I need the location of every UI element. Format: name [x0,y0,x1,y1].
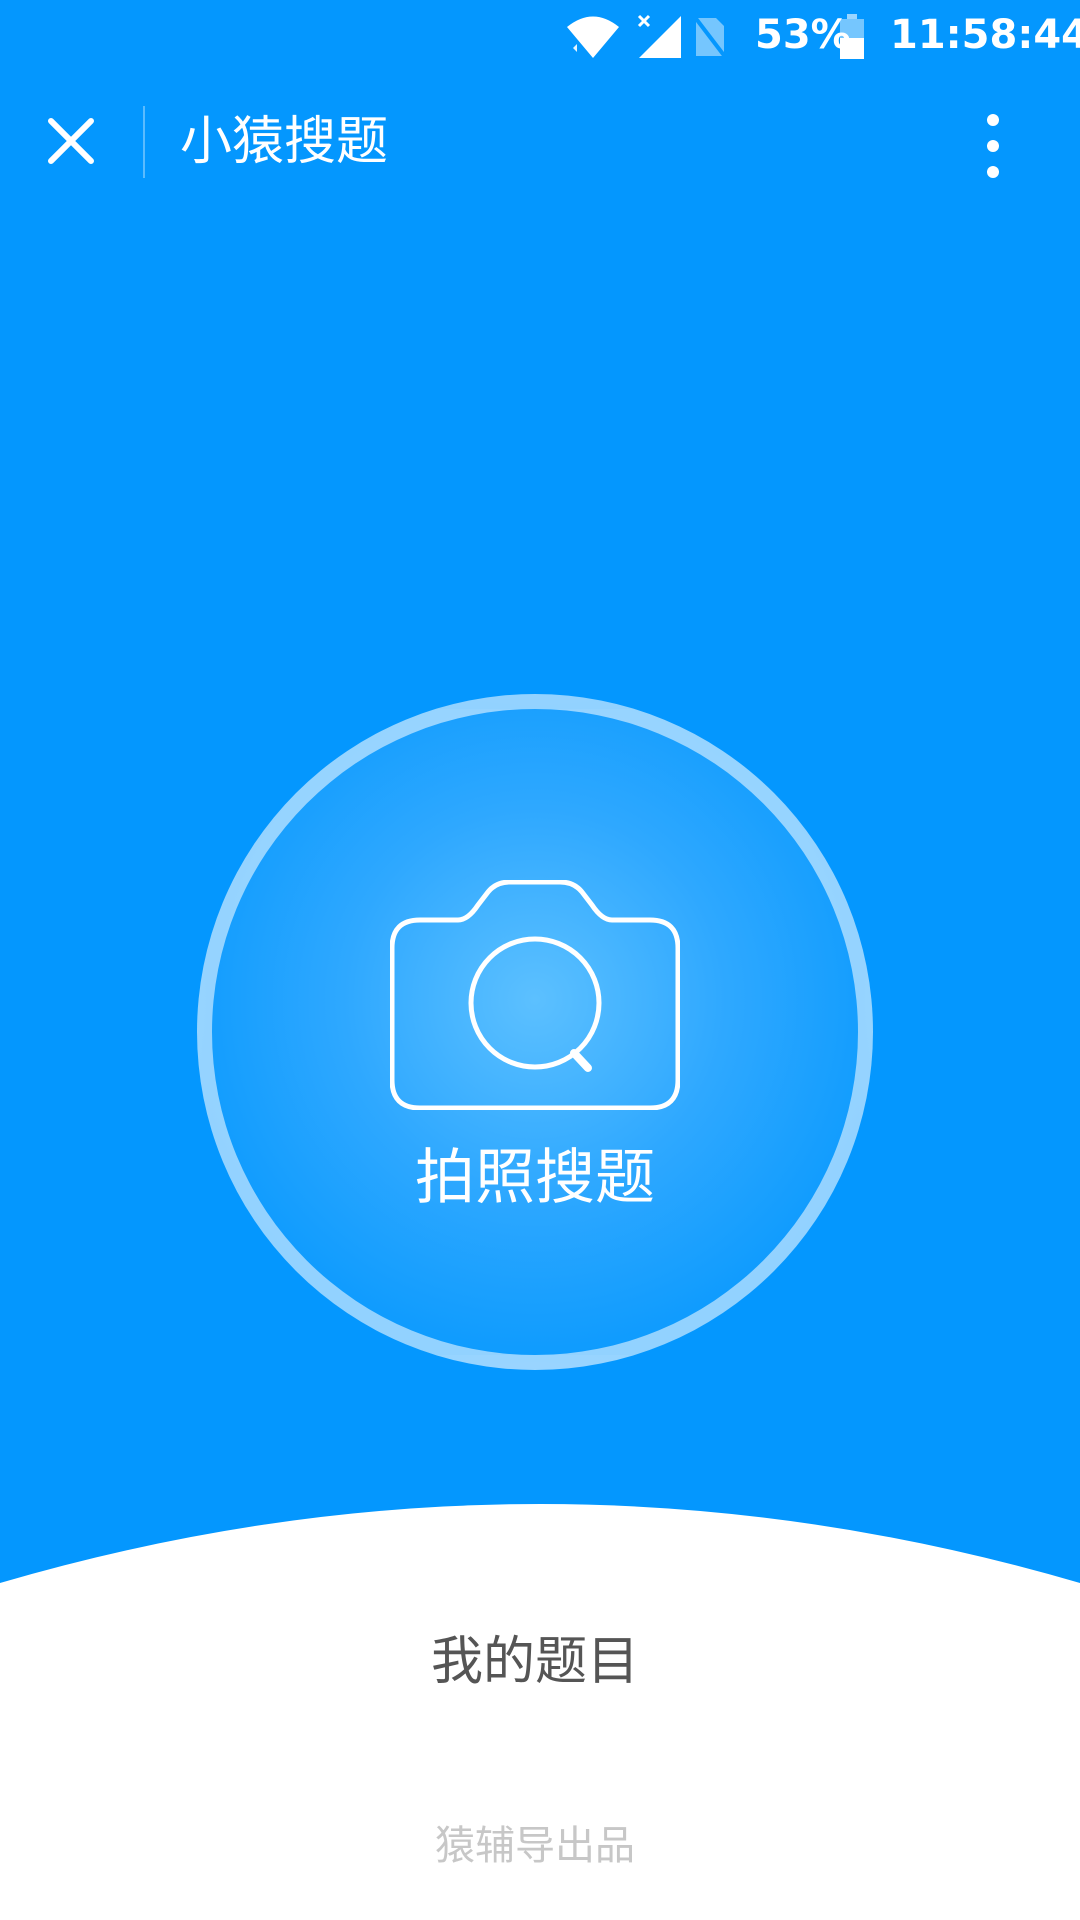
more-options-button[interactable] [975,106,1035,186]
wifi-icon [565,14,621,64]
close-button[interactable] [36,106,106,176]
close-icon [48,118,94,164]
clock: 11:58:44 [890,12,1080,58]
title-bar: 小猿搜题 [0,76,1080,216]
status-bar: 53% 11:58:44 [0,0,1080,76]
camera-search-icon [390,880,680,1110]
no-sim-icon [690,12,730,64]
page-title: 小猿搜题 [180,112,389,172]
title-divider [143,106,145,178]
battery-percent: 53% [755,12,851,58]
my-questions-link[interactable]: 我的题目 [0,1630,1070,1694]
battery-icon [838,14,866,64]
signal-icon [635,12,685,64]
footer-credit: 猿辅导出品 [435,1823,635,1869]
photo-search-label: 拍照搜题 [415,1143,655,1213]
more-vertical-icon [987,114,999,178]
